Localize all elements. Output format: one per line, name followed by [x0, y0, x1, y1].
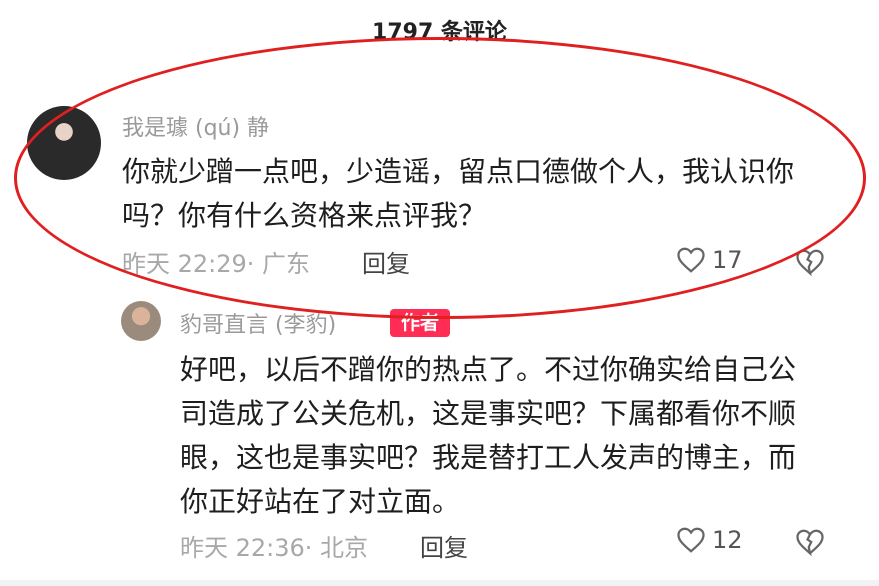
heart-icon — [677, 247, 705, 273]
divider — [0, 580, 879, 586]
like-count: 12 — [712, 526, 743, 554]
comment-username[interactable]: 我是璩 (qú) 静 — [122, 110, 269, 142]
reply-button[interactable]: 回复 — [420, 528, 468, 563]
comment-text: 你就少蹭一点吧，少造谣，留点口德做个人，我认识你吗？你有什么资格来点评我？ — [122, 155, 795, 232]
reply-username[interactable]: 豹哥直言 (李豹) — [180, 307, 336, 339]
reply-button[interactable]: 回复 — [362, 244, 410, 279]
author-badge: 作者 — [390, 309, 450, 337]
reply-time-location: 昨天 22:36· 北京 — [180, 534, 369, 562]
comment-time-location: 昨天 22:29· 广东 — [122, 250, 311, 278]
broken-heart-icon[interactable] — [795, 528, 825, 556]
reply-text: 好吧，以后不蹭你的热点了。不过你确实给自己公司造成了公关危机，这是事实吧？下属都… — [180, 353, 797, 518]
avatar[interactable] — [121, 301, 161, 341]
like-count: 17 — [712, 246, 743, 274]
avatar[interactable] — [27, 106, 101, 180]
broken-heart-icon[interactable] — [795, 248, 825, 276]
like-button[interactable]: 17 — [676, 246, 743, 274]
heart-icon — [677, 527, 705, 553]
like-button[interactable]: 12 — [676, 526, 743, 554]
comments-count-title: 1797 条评论 — [372, 20, 507, 45]
